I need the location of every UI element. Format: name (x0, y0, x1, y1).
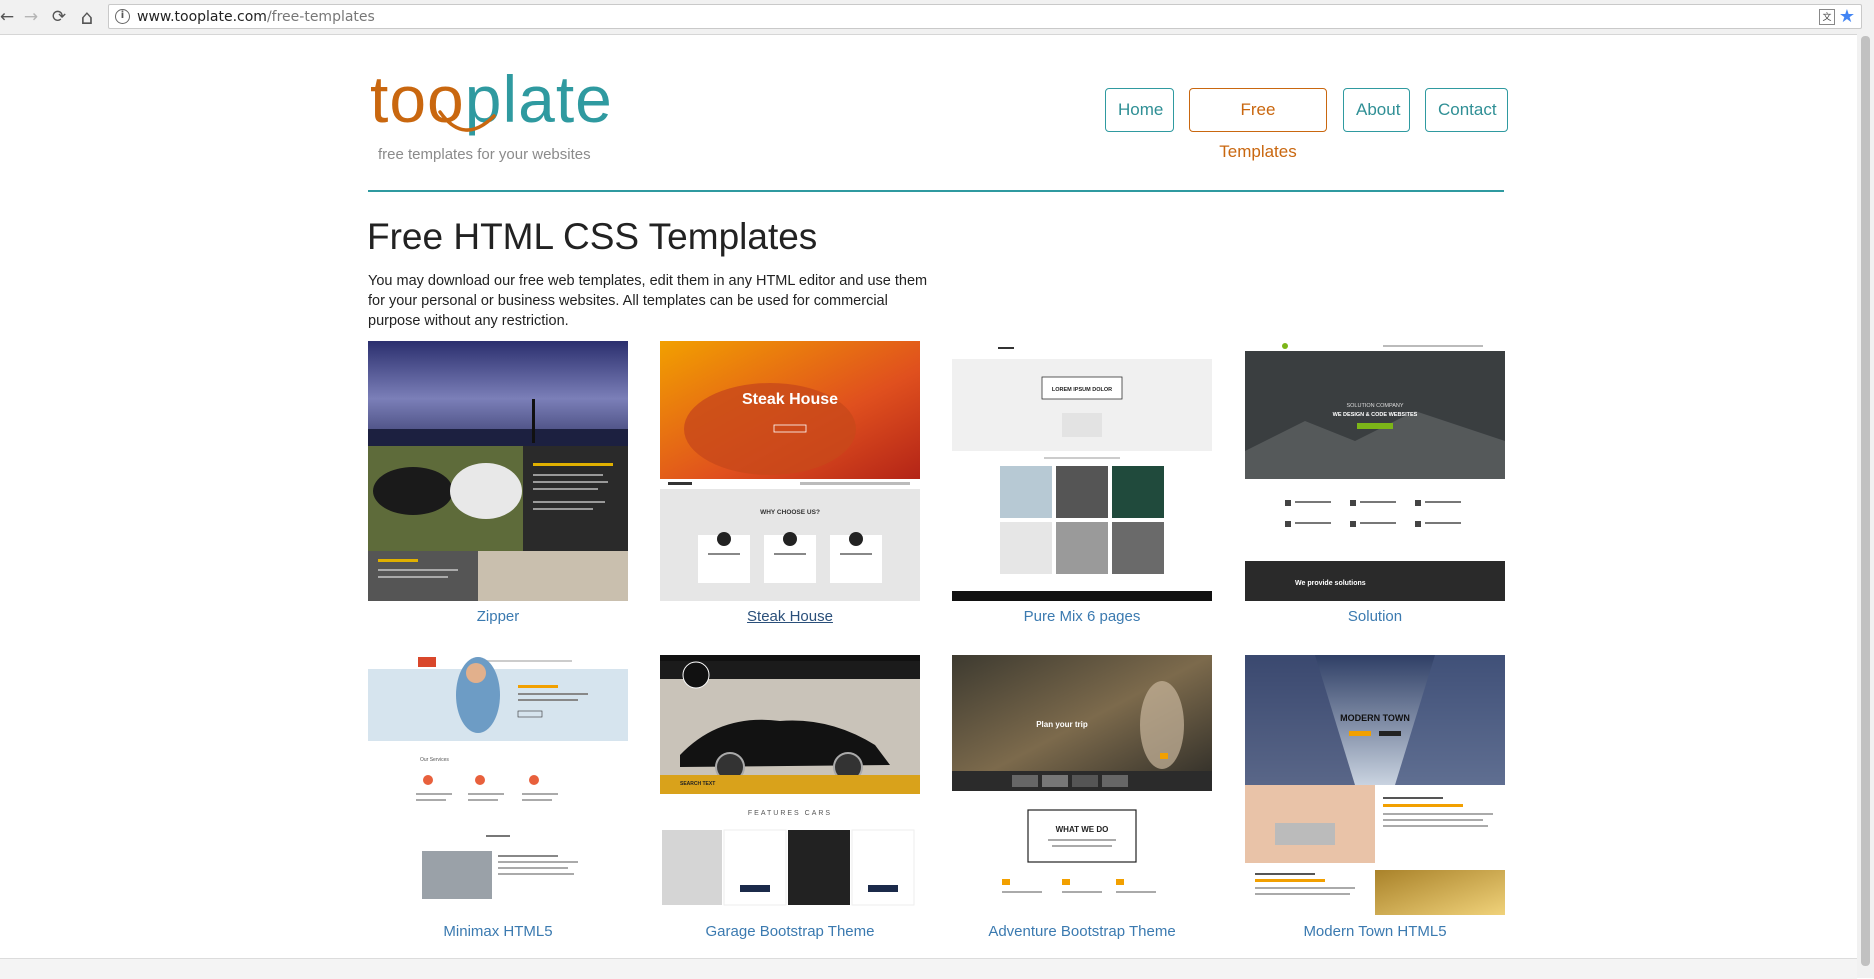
logo-smile-icon (438, 110, 496, 132)
page-title: Free HTML CSS Templates (367, 216, 818, 257)
back-arrow-icon[interactable]: ← (0, 6, 18, 28)
browser-status-bar (0, 958, 1857, 979)
template-link-pure-mix[interactable]: Pure Mix 6 pages (936, 608, 1228, 625)
adventure-hero-text: Plan your trip (1036, 720, 1088, 729)
template-thumb-minimax[interactable]: Our Services (368, 655, 628, 915)
solution-preview-image: SOLUTION COMPANY WE DESIGN & CODE WEBSIT… (1245, 341, 1505, 601)
address-url[interactable]: www.tooplate.com/free-templates (137, 9, 375, 25)
template-link-modern-town[interactable]: Modern Town HTML5 (1229, 923, 1521, 940)
intro-paragraph: You may download our free web templates,… (368, 273, 928, 329)
template-thumb-steak-house[interactable]: Steak House WHY CHOOSE US? (660, 341, 920, 601)
nav-about[interactable]: About (1343, 88, 1410, 132)
garage-search-label: SEARCH TEXT (680, 781, 715, 787)
pure-mix-preview-image: LOREM IPSUM DOLOR (952, 341, 1212, 601)
modern-town-preview-image: MODERN TOWN (1245, 655, 1505, 915)
site-info-icon[interactable]: i (115, 9, 130, 24)
steak-house-preview-image: Steak House WHY CHOOSE US? (660, 341, 920, 601)
garage-section-heading: FEATURES CARS (748, 810, 832, 817)
pure-mix-hero-text: LOREM IPSUM DOLOR (1052, 387, 1112, 393)
minimax-preview-image: Our Services (368, 655, 628, 915)
forward-arrow-icon[interactable]: → (20, 6, 42, 28)
bookmark-star-icon[interactable]: ★ (1839, 6, 1855, 27)
reload-icon[interactable]: ⟳ (48, 6, 70, 28)
template-link-solution[interactable]: Solution (1229, 608, 1521, 625)
modern-town-hero-text: MODERN TOWN (1340, 713, 1410, 723)
browser-toolbar: ← → ⟳ ⌂ i www.tooplate.com/free-template… (0, 0, 1874, 35)
url-host: www.tooplate.com (137, 9, 267, 25)
template-thumb-pure-mix[interactable]: LOREM IPSUM DOLOR (952, 341, 1212, 601)
template-link-adventure[interactable]: Adventure Bootstrap Theme (936, 923, 1228, 940)
garage-preview-image: SEARCH TEXT FEATURES CARS (660, 655, 920, 915)
url-path: /free-templates (266, 9, 375, 25)
nav-free-templates[interactable]: Free Templates (1189, 88, 1327, 161)
site-tagline: free templates for your websites (378, 146, 591, 163)
steak-house-banner-text: Steak House (742, 391, 838, 408)
site-logo[interactable]: tooplate (370, 62, 613, 136)
scrollbar-thumb[interactable] (1861, 36, 1870, 966)
template-link-zipper[interactable]: Zipper (352, 608, 644, 625)
solution-hero-heading: WE DESIGN & CODE WEBSITES (1333, 412, 1418, 418)
template-link-steak-house[interactable]: Steak House (644, 608, 936, 625)
template-link-garage[interactable]: Garage Bootstrap Theme (644, 923, 936, 940)
template-thumb-modern-town[interactable]: MODERN TOWN (1245, 655, 1505, 915)
template-thumb-garage[interactable]: SEARCH TEXT FEATURES CARS (660, 655, 920, 915)
minimax-section-heading: Our Services (420, 757, 449, 763)
nav-home[interactable]: Home (1105, 88, 1174, 132)
template-thumb-solution[interactable]: SOLUTION COMPANY WE DESIGN & CODE WEBSIT… (1245, 341, 1505, 601)
solution-hero-caption: SOLUTION COMPANY (1346, 403, 1403, 409)
zipper-preview-image (368, 341, 628, 601)
template-link-minimax[interactable]: Minimax HTML5 (352, 923, 644, 940)
address-bar[interactable]: i www.tooplate.com/free-templates 文 ★ (108, 4, 1862, 29)
vertical-scrollbar[interactable] (1857, 34, 1874, 978)
adventure-preview-image: Plan your trip WHAT WE DO (952, 655, 1212, 915)
translate-icon[interactable]: 文 (1819, 9, 1835, 25)
home-icon[interactable]: ⌂ (76, 6, 98, 28)
solution-banner-text: We provide solutions (1295, 580, 1366, 587)
header-divider (368, 190, 1504, 192)
adventure-section-heading: WHAT WE DO (1056, 825, 1109, 834)
nav-contact[interactable]: Contact (1425, 88, 1508, 132)
template-thumb-adventure[interactable]: Plan your trip WHAT WE DO (952, 655, 1212, 915)
steak-house-section-heading: WHY CHOOSE US? (760, 509, 820, 516)
template-thumb-zipper[interactable] (368, 341, 628, 601)
